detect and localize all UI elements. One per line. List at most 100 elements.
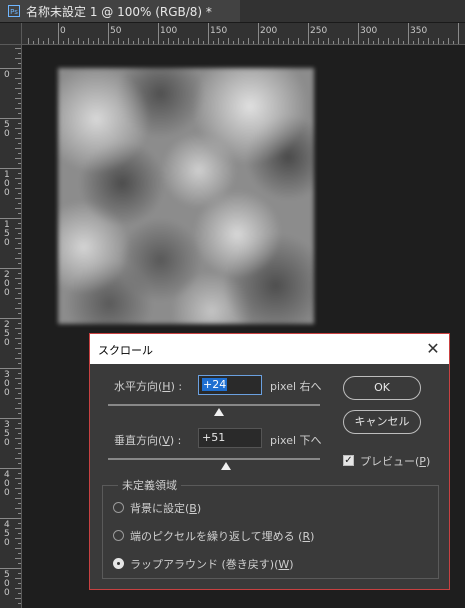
horizontal-amount-input[interactable]: +24	[198, 375, 262, 395]
ruler-tick	[358, 23, 359, 44]
ruler-tick	[303, 41, 304, 44]
ruler-tick	[15, 598, 21, 599]
ruler-tick	[373, 41, 374, 44]
ruler-tick	[18, 503, 21, 504]
ruler-tick	[18, 193, 21, 194]
ruler-tick	[243, 41, 244, 44]
ruler-tick	[18, 253, 21, 254]
ruler-tick	[18, 83, 21, 84]
ruler-tick	[0, 368, 21, 369]
preview-label: プレビュー(P)	[360, 455, 431, 468]
horizontal-slider-track[interactable]	[108, 404, 320, 406]
ruler-label: 50	[110, 26, 122, 36]
ruler-label: 150	[4, 220, 10, 248]
ruler-tick	[0, 468, 21, 469]
ruler-tick	[193, 41, 194, 44]
radio-set-background-label[interactable]: 背景に設定(B)	[130, 500, 201, 516]
ruler-tick	[18, 553, 21, 554]
ruler-tick	[18, 243, 21, 244]
ruler-tick	[383, 41, 384, 44]
ruler-tick	[308, 23, 309, 44]
canvas-image[interactable]	[58, 68, 314, 324]
vertical-amount-input[interactable]: +51	[198, 428, 262, 448]
ruler-tick	[233, 41, 234, 44]
ruler-tick	[18, 133, 21, 134]
ruler-tick	[18, 113, 21, 114]
ruler-tick	[78, 38, 79, 44]
ruler-tick	[223, 41, 224, 44]
ruler-tick	[328, 38, 329, 44]
ruler-tick	[15, 338, 21, 339]
ruler-tick	[15, 198, 21, 199]
horizontal-ruler[interactable]: 0 50 100 150 200 250 300 350	[22, 23, 465, 45]
ruler-tick	[18, 473, 21, 474]
ruler-tick	[58, 23, 59, 44]
ruler-tick	[428, 38, 429, 44]
ruler-tick	[363, 41, 364, 44]
ruler-tick	[18, 413, 21, 414]
ruler-label: 0	[60, 26, 66, 36]
ruler-tick	[413, 41, 414, 44]
ruler-tick	[273, 41, 274, 44]
ruler-tick	[43, 41, 44, 44]
ruler-tick	[18, 593, 21, 594]
ruler-tick	[68, 38, 69, 44]
ruler-tick	[18, 143, 21, 144]
ruler-origin[interactable]	[0, 23, 22, 45]
ruler-tick	[173, 41, 174, 44]
ruler-tick	[15, 278, 21, 279]
ruler-tick	[15, 258, 21, 259]
ruler-tick	[198, 38, 199, 44]
ruler-tick	[15, 538, 21, 539]
ok-button[interactable]: OK	[343, 376, 421, 400]
ruler-tick	[133, 41, 134, 44]
cancel-button[interactable]: キャンセル	[343, 410, 421, 434]
ruler-tick	[18, 513, 21, 514]
ruler-tick	[63, 41, 64, 44]
dialog-title: スクロール	[98, 344, 153, 357]
ruler-tick	[15, 288, 21, 289]
ruler-tick	[15, 438, 21, 439]
ruler-tick	[353, 41, 354, 44]
ruler-tick	[33, 41, 34, 44]
ruler-tick	[18, 573, 21, 574]
ruler-tick	[15, 158, 21, 159]
close-icon[interactable]: ✕	[423, 339, 443, 359]
ruler-label: 250	[4, 320, 10, 348]
ruler-tick	[218, 38, 219, 44]
horizontal-slider-thumb[interactable]	[214, 408, 224, 416]
ruler-tick	[15, 238, 21, 239]
ruler-tick	[423, 41, 424, 44]
ruler-tick	[98, 38, 99, 44]
ruler-tick	[15, 88, 21, 89]
radio-repeat-edge-pixels-label[interactable]: 端のピクセルを繰り返して埋める (R)	[130, 528, 314, 544]
ruler-tick	[113, 41, 114, 44]
ruler-tick	[238, 38, 239, 44]
radio-repeat-edge-pixels[interactable]	[113, 530, 124, 541]
ruler-tick	[15, 98, 21, 99]
ruler-tick	[18, 153, 21, 154]
ruler-tick	[283, 41, 284, 44]
ruler-tick	[28, 38, 29, 44]
dialog-titlebar[interactable]: スクロール ✕	[90, 334, 449, 364]
ruler-tick	[418, 38, 419, 44]
ruler-tick	[103, 41, 104, 44]
ruler-tick	[443, 41, 444, 44]
vertical-slider-thumb[interactable]	[221, 462, 231, 470]
preview-checkbox[interactable]: ✓	[343, 455, 354, 466]
scroll-dialog: スクロール ✕ 水平方向(H) : +24 pixel 右へ 垂直方向(V) :…	[89, 333, 450, 590]
ruler-tick	[15, 558, 21, 559]
radio-wrap-around[interactable]	[113, 558, 124, 569]
radio-set-background[interactable]	[113, 502, 124, 513]
ruler-tick	[18, 293, 21, 294]
ruler-tick	[15, 578, 21, 579]
ruler-tick	[203, 41, 204, 44]
ruler-tick	[368, 38, 369, 44]
ruler-tick	[18, 563, 21, 564]
document-tab[interactable]: Ps 名称未設定 1 @ 100% (RGB/8) *	[0, 0, 240, 22]
vertical-ruler[interactable]: 0 50 100 150 200 250 300 350 400 450 500	[0, 45, 22, 608]
vertical-slider-track[interactable]	[108, 458, 320, 460]
ruler-tick	[15, 48, 21, 49]
radio-wrap-around-label[interactable]: ラップアラウンド (巻き戻す)(W)	[130, 556, 294, 572]
ruler-tick	[18, 273, 21, 274]
